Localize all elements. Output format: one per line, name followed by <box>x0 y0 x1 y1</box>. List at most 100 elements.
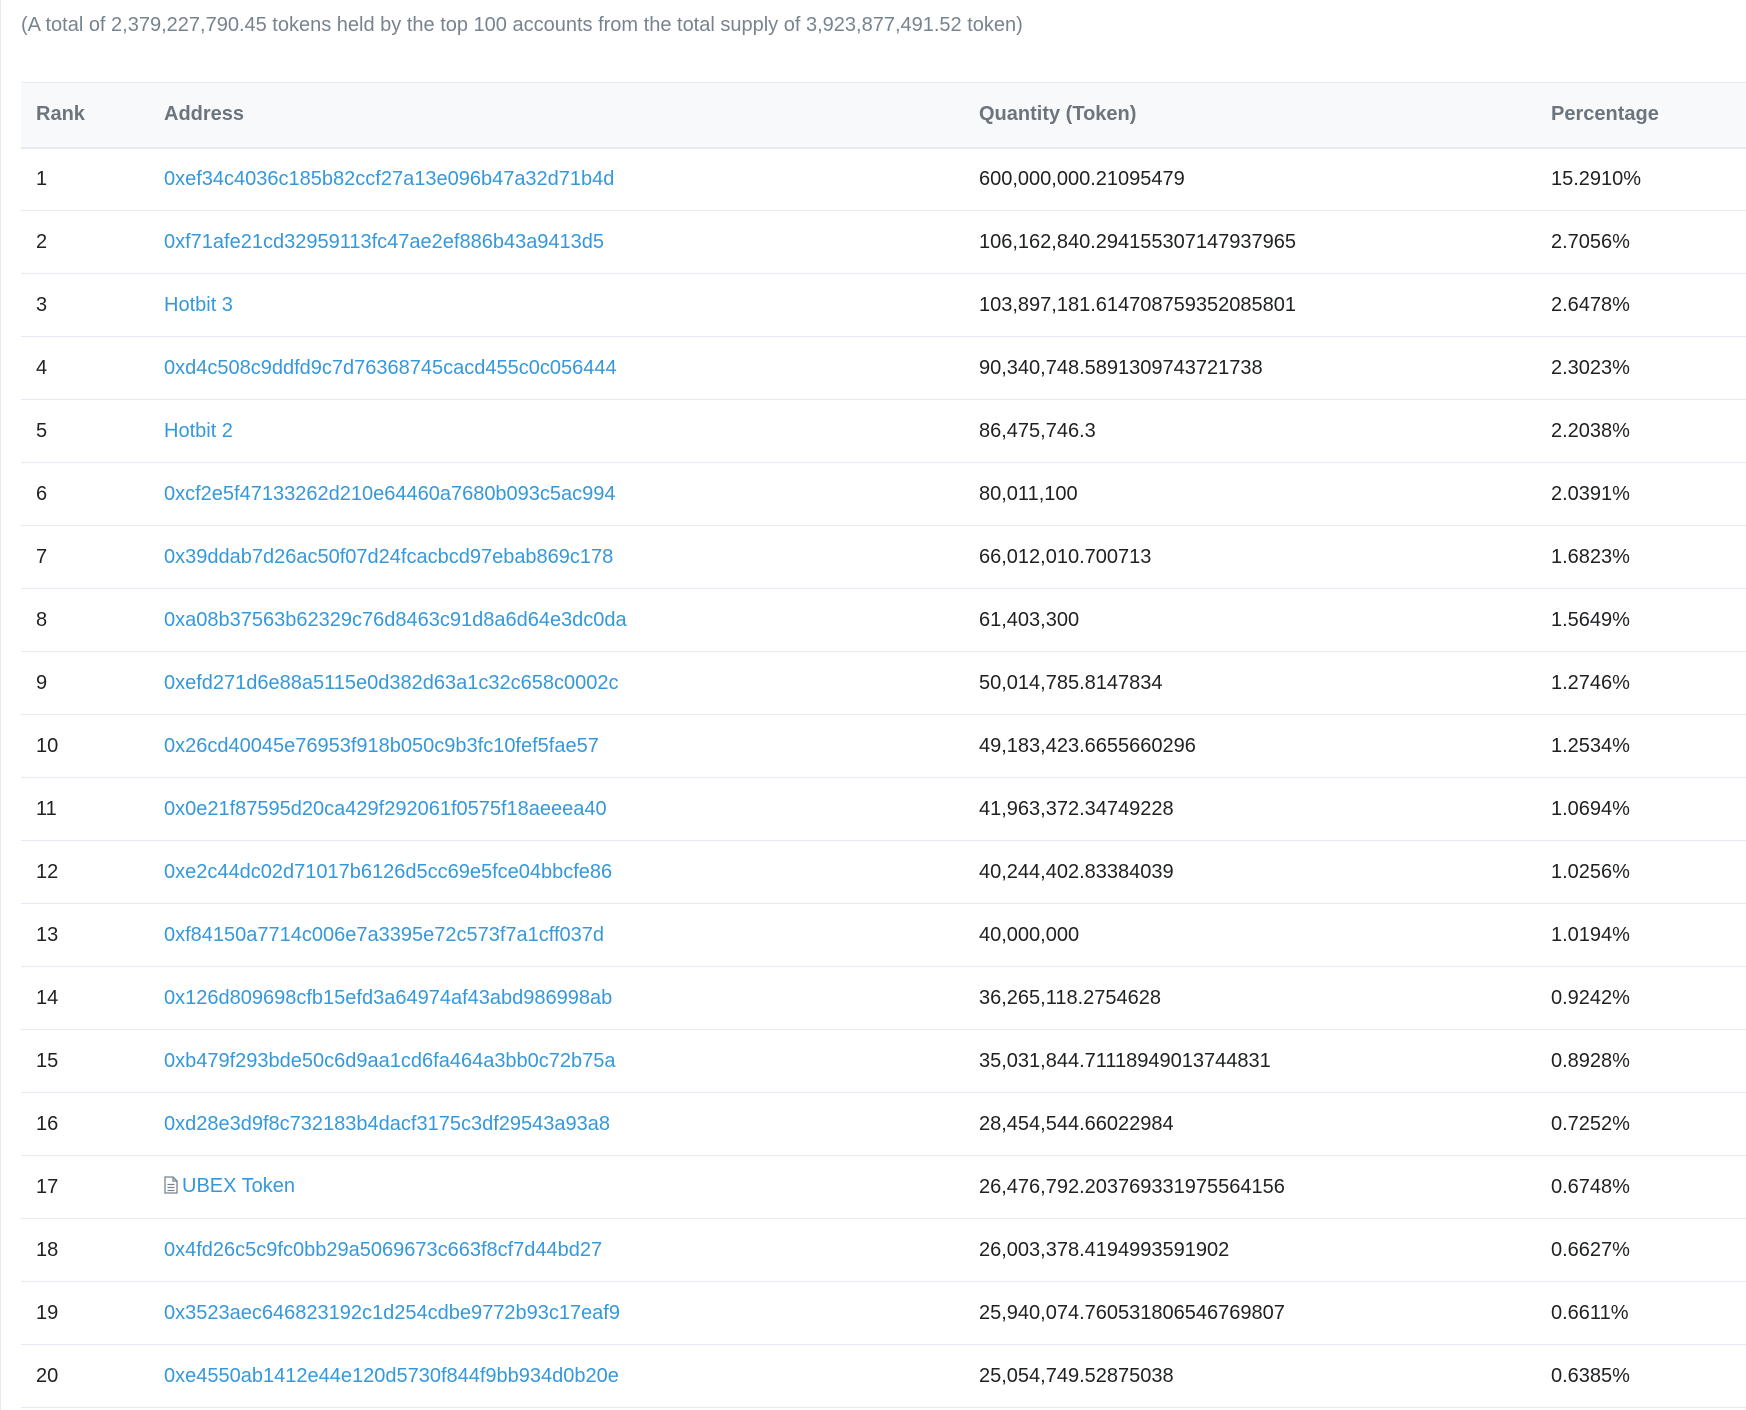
holder-address-text: 0x4fd26c5c9fc0bb29a5069673c663f8cf7d44bd… <box>164 1238 603 1261</box>
holder-address-link[interactable]: 0xef34c4036c185b82ccf27a13e096b47a32d71b… <box>164 168 614 190</box>
rank-cell: 13 <box>21 903 149 967</box>
holder-address-text: 0xefd271d6e88a5115e0d382d63a1c32c658c000… <box>164 671 619 694</box>
holder-address-text: Hotbit 2 <box>164 419 233 442</box>
holder-address-link[interactable]: 0x3523aec646823192c1d254cdbe9772b93c17ea… <box>164 1302 620 1324</box>
address-cell: 0xcf2e5f47133262d210e64460a7680b093c5ac9… <box>149 462 964 526</box>
quantity-cell: 41,963,372.34749228 <box>964 777 1536 841</box>
address-cell: 0xf84150a7714c006e7a3395e72c573f7a1cff03… <box>149 903 964 967</box>
percentage-cell: 2.3023% <box>1536 336 1746 400</box>
rank-cell: 17 <box>21 1155 149 1219</box>
address-cell: 0x3523aec646823192c1d254cdbe9772b93c17ea… <box>149 1281 964 1345</box>
address-cell: 0xefd271d6e88a5115e0d382d63a1c32c658c000… <box>149 651 964 715</box>
percentage-cell: 2.7056% <box>1536 210 1746 274</box>
rank-cell: 1 <box>21 147 149 211</box>
rank-cell: 10 <box>21 714 149 778</box>
rank-cell: 16 <box>21 1092 149 1156</box>
rank-cell: 14 <box>21 966 149 1030</box>
percentage-cell: 0.6748% <box>1536 1155 1746 1219</box>
holder-address-text: 0x26cd40045e76953f918b050c9b3fc10fef5fae… <box>164 734 599 757</box>
quantity-cell: 40,244,402.83384039 <box>964 840 1536 904</box>
rank-cell: 18 <box>21 1218 149 1282</box>
holder-address-text: 0x39ddab7d26ac50f07d24fcacbcd97ebab869c1… <box>164 545 614 568</box>
holder-address-link[interactable]: Hotbit 3 <box>164 294 233 316</box>
holder-address-text: 0xb479f293bde50c6d9aa1cd6fa464a3bb0c72b7… <box>164 1049 616 1072</box>
table-row: 6 0xcf2e5f47133262d210e64460a7680b093c5ac… <box>21 462 1746 526</box>
rank-cell: 19 <box>21 1281 149 1345</box>
holder-address-text: 0xf84150a7714c006e7a3395e72c573f7a1cff03… <box>164 923 605 946</box>
holder-address-link[interactable]: UBEX Token <box>182 1175 295 1197</box>
rank-cell: 6 <box>21 462 149 526</box>
holder-address-link[interactable]: 0xd28e3d9f8c732183b4dacf3175c3df29543a93… <box>164 1113 610 1135</box>
percentage-cell: 0.6385% <box>1536 1344 1746 1408</box>
holder-address-text: 0xef34c4036c185b82ccf27a13e096b47a32d71b… <box>164 167 615 190</box>
holder-address-link[interactable]: 0xd4c508c9ddfd9c7d76368745cacd455c0c0564… <box>164 357 617 379</box>
holder-address-link[interactable]: Hotbit 2 <box>164 420 233 442</box>
table-row: 15 0xb479f293bde50c6d9aa1cd6fa464a3bb0c72… <box>21 1029 1746 1093</box>
holder-address-text: 0xe4550ab1412e44e120d5730f844f9bb934d0b2… <box>164 1364 619 1387</box>
quantity-cell: 50,014,785.8147834 <box>964 651 1536 715</box>
percentage-cell: 1.2746% <box>1536 651 1746 715</box>
rank-cell: 2 <box>21 210 149 274</box>
percentage-cell: 1.0694% <box>1536 777 1746 841</box>
percentage-cell: 0.8928% <box>1536 1029 1746 1093</box>
holder-address-link[interactable]: 0xe4550ab1412e44e120d5730f844f9bb934d0b2… <box>164 1365 619 1387</box>
holder-address-link[interactable]: 0xcf2e5f47133262d210e64460a7680b093c5ac9… <box>164 483 616 505</box>
holder-address-link[interactable]: 0xefd271d6e88a5115e0d382d63a1c32c658c000… <box>164 672 619 694</box>
percentage-cell: 0.9242% <box>1536 966 1746 1030</box>
percentage-cell: 0.6627% <box>1536 1218 1746 1282</box>
address-cell: 0x0e21f87595d20ca429f292061f0575f18aeeea… <box>149 777 964 841</box>
rank-cell: 7 <box>21 525 149 589</box>
quantity-cell: 35,031,844.71118949013744831 <box>964 1029 1536 1093</box>
quantity-cell: 25,054,749.52875038 <box>964 1344 1536 1408</box>
holder-address-text: UBEX Token <box>182 1174 296 1197</box>
address-cell: 0xf71afe21cd32959113fc47ae2ef886b43a9413… <box>149 210 964 274</box>
holders-summary-text: (A total of 2,379,227,790.45 tokens held… <box>21 14 1023 36</box>
holder-address-link[interactable]: 0x0e21f87595d20ca429f292061f0575f18aeeea… <box>164 798 607 820</box>
holder-address-link[interactable]: 0xa08b37563b62329c76d8463c91d8a6d64e3dc0… <box>164 609 627 631</box>
table-row: 1 0xef34c4036c185b82ccf27a13e096b47a32d71… <box>21 147 1746 211</box>
holder-address-text: 0xd4c508c9ddfd9c7d76368745cacd455c0c0564… <box>164 356 617 379</box>
table-row: 20 0xe4550ab1412e44e120d5730f844f9bb934d0… <box>21 1344 1746 1408</box>
holder-address-text: 0xa08b37563b62329c76d8463c91d8a6d64e3dc0… <box>164 608 627 631</box>
table-header: Rank Address Quantity (Token) Percentage <box>21 82 1746 149</box>
holder-address-text: Hotbit 3 <box>164 293 233 316</box>
holder-address-link[interactable]: 0x126d809698cfb15efd3a64974af43abd986998… <box>164 987 612 1009</box>
holder-address-link[interactable]: 0xe2c44dc02d71017b6126d5cc69e5fce04bbcfe… <box>164 861 612 883</box>
percentage-cell: 1.0194% <box>1536 903 1746 967</box>
percentage-cell: 2.6478% <box>1536 273 1746 337</box>
column-header-address: Address <box>149 82 964 149</box>
holder-address-link[interactable]: 0xb479f293bde50c6d9aa1cd6fa464a3bb0c72b7… <box>164 1050 616 1072</box>
rank-cell: 8 <box>21 588 149 652</box>
quantity-cell: 28,454,544.66022984 <box>964 1092 1536 1156</box>
table-row: 14 0x126d809698cfb15efd3a64974af43abd9869… <box>21 966 1746 1030</box>
address-cell: 0xb479f293bde50c6d9aa1cd6fa464a3bb0c72b7… <box>149 1029 964 1093</box>
quantity-cell: 600,000,000.21095479 <box>964 147 1536 211</box>
rank-cell: 9 <box>21 651 149 715</box>
holder-address-text: 0xe2c44dc02d71017b6126d5cc69e5fce04bbcfe… <box>164 860 613 883</box>
percentage-cell: 1.0256% <box>1536 840 1746 904</box>
contract-document-icon <box>164 1175 178 1200</box>
quantity-cell: 90,340,748.5891309743721738 <box>964 336 1536 400</box>
holder-address-link[interactable]: 0xf71afe21cd32959113fc47ae2ef886b43a9413… <box>164 231 604 253</box>
rank-cell: 20 <box>21 1344 149 1408</box>
token-holders-page: (A total of 2,379,227,790.45 tokens held… <box>0 0 1746 1410</box>
holder-address-link[interactable]: 0x4fd26c5c9fc0bb29a5069673c663f8cf7d44bd… <box>164 1239 602 1261</box>
table-row: 10 0x26cd40045e76953f918b050c9b3fc10fef5f… <box>21 714 1746 778</box>
quantity-cell: 49,183,423.6655660296 <box>964 714 1536 778</box>
quantity-cell: 36,265,118.2754628 <box>964 966 1536 1030</box>
percentage-cell: 0.6611% <box>1536 1281 1746 1345</box>
quantity-cell: 106,162,840.294155307147937965 <box>964 210 1536 274</box>
column-header-quantity: Quantity (Token) <box>964 82 1536 149</box>
table-row: 17 UBEX Token 26,476,792.20376933197556415… <box>21 1155 1746 1219</box>
rank-cell: 4 <box>21 336 149 400</box>
rank-cell: 11 <box>21 777 149 841</box>
address-cell: 0xd28e3d9f8c732183b4dacf3175c3df29543a93… <box>149 1092 964 1156</box>
holder-address-link[interactable]: 0xf84150a7714c006e7a3395e72c573f7a1cff03… <box>164 924 604 946</box>
holder-address-link[interactable]: 0x39ddab7d26ac50f07d24fcacbcd97ebab869c1… <box>164 546 613 568</box>
table-row: 11 0x0e21f87595d20ca429f292061f0575f18aee… <box>21 777 1746 841</box>
holder-address-text: 0xcf2e5f47133262d210e64460a7680b093c5ac9… <box>164 482 616 505</box>
holder-address-link[interactable]: 0x26cd40045e76953f918b050c9b3fc10fef5fae… <box>164 735 599 757</box>
rank-cell: 3 <box>21 273 149 337</box>
quantity-cell: 66,012,010.700713 <box>964 525 1536 589</box>
percentage-cell: 0.7252% <box>1536 1092 1746 1156</box>
